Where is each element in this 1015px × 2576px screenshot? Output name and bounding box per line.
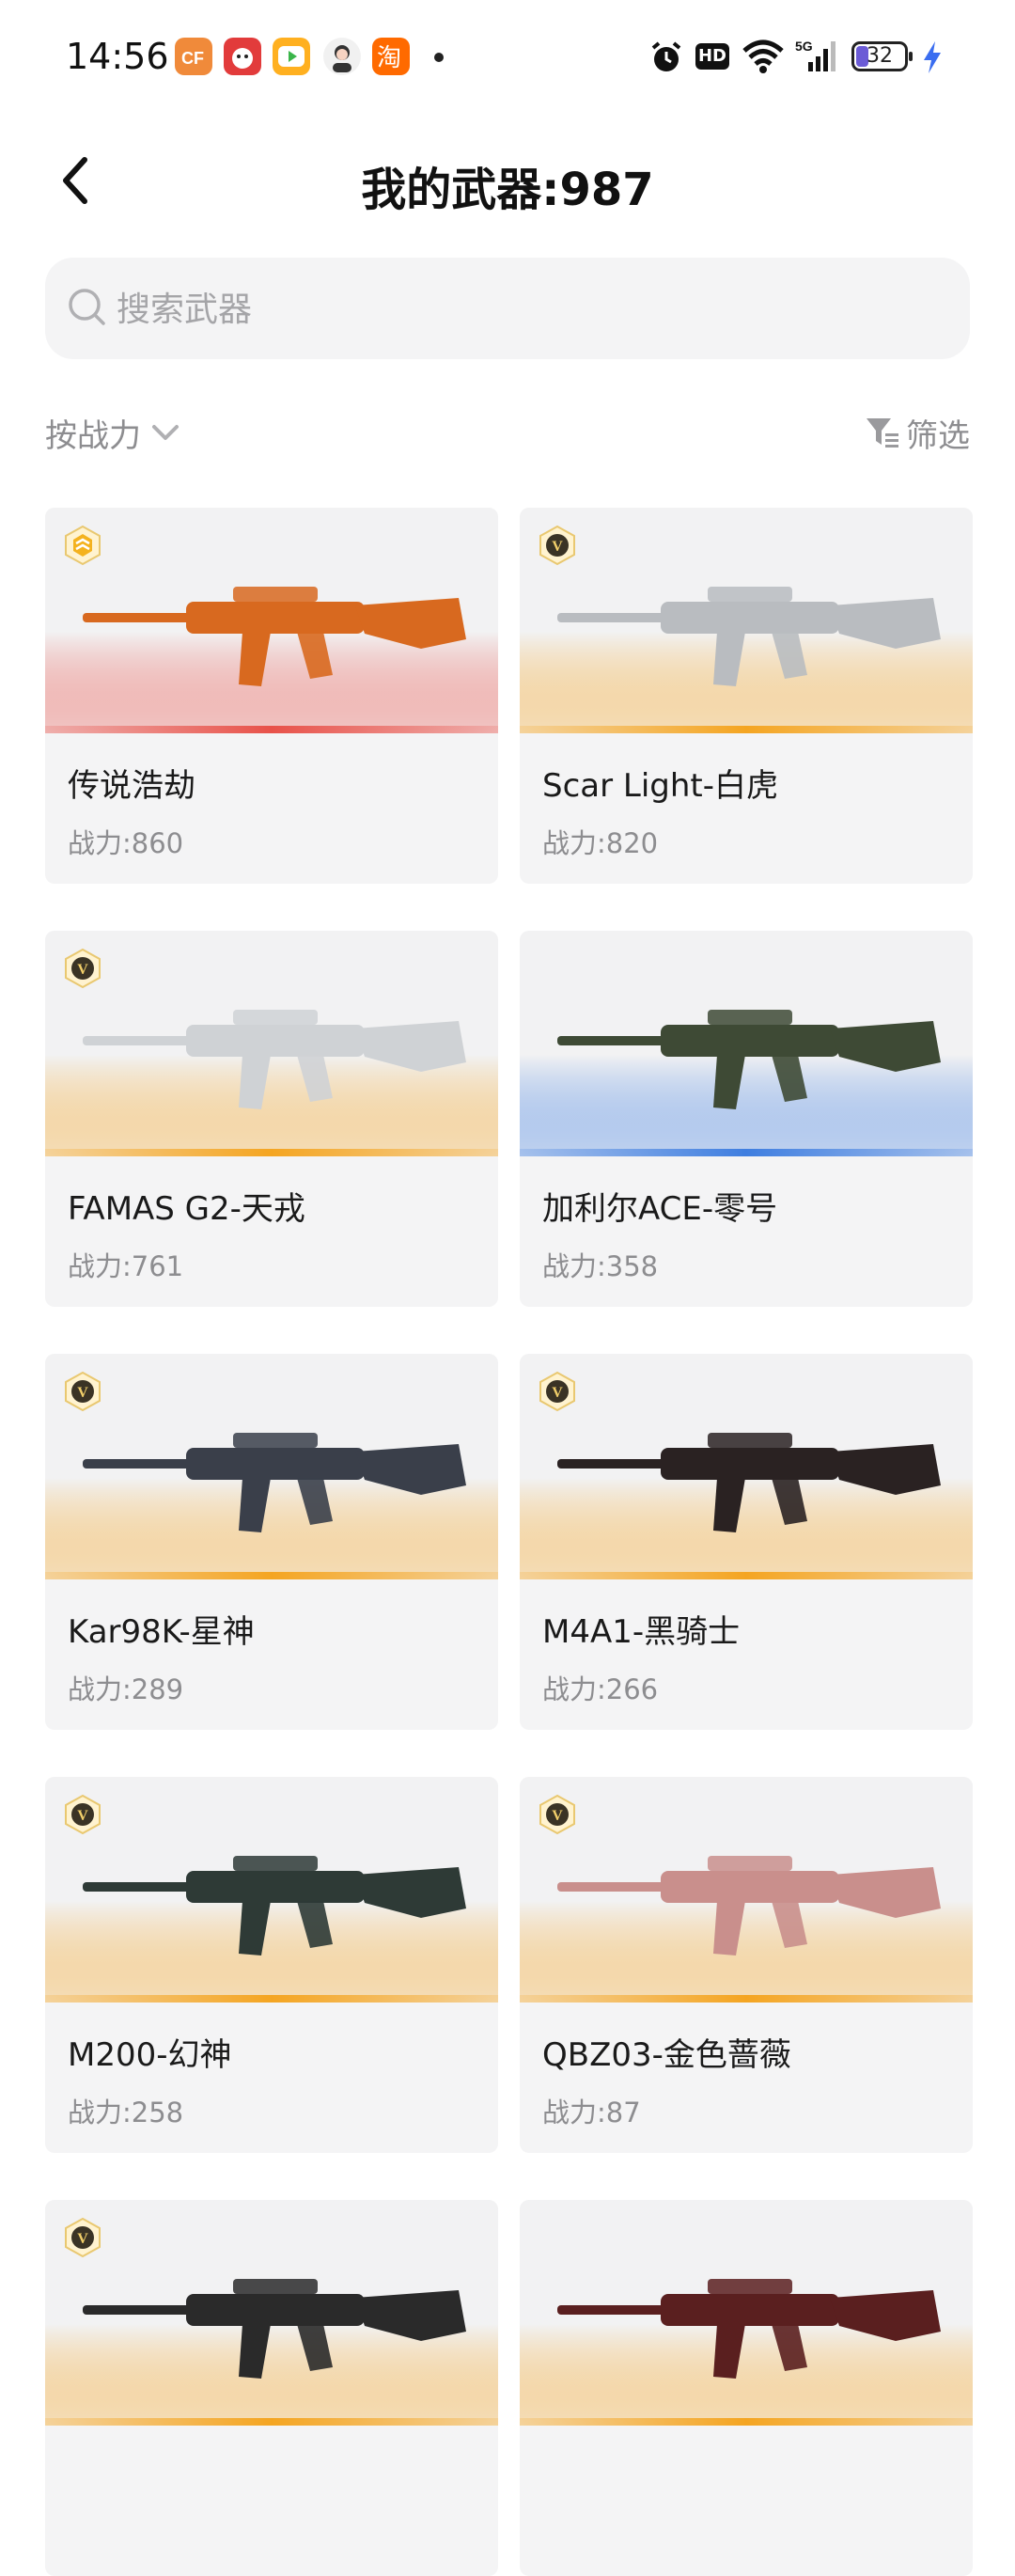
weapon-power: 战力:860: [68, 827, 184, 859]
weapon-card[interactable]: V M4A1-黑骑士战力:266: [520, 1354, 973, 1730]
weapon-name: Scar Light-白虎: [542, 767, 779, 805]
charging-icon: [921, 39, 944, 79]
rarity-bar: [45, 1572, 498, 1579]
video-app-icon: [273, 38, 310, 75]
svg-text:V: V: [552, 1808, 563, 1824]
svg-text:CF: CF: [181, 49, 204, 68]
chevron-down-icon: [152, 425, 179, 440]
weapon-power: 战力:358: [542, 1250, 659, 1282]
v-badge-icon: V: [65, 1794, 101, 1835]
weapon-power: 战力:258: [68, 2097, 184, 2128]
status-time: 14:56: [66, 36, 169, 77]
weapon-image: [45, 1354, 498, 1579]
rarity-bar: [520, 2418, 973, 2426]
weapon-name: M200-幻神: [68, 2036, 232, 2074]
weapon-card[interactable]: V Scar Light-白虎战力:820: [520, 508, 973, 884]
weapon-card[interactable]: [520, 2200, 973, 2576]
weapon-power: 战力:266: [542, 1673, 659, 1705]
svg-text:V: V: [552, 1385, 563, 1401]
more-notifications-dot: [434, 53, 444, 62]
weapon-image: [520, 1777, 973, 2003]
weapon-image: [520, 508, 973, 733]
svg-text:V: V: [77, 2231, 88, 2247]
rarity-bar: [520, 1995, 973, 2003]
weapon-image: [520, 1354, 973, 1579]
svg-text:V: V: [77, 1385, 88, 1401]
battery-indicator: 32: [851, 41, 913, 71]
search-bar[interactable]: [45, 258, 970, 359]
weapon-power: 战力:820: [542, 827, 659, 859]
cartoon-app-icon: [224, 38, 261, 75]
rarity-bar: [45, 2418, 498, 2426]
hd-icon: HD: [695, 43, 729, 70]
cellular-signal-icon: 5G: [795, 38, 842, 79]
weapon-image: [520, 931, 973, 1156]
weapon-image: [45, 2200, 498, 2426]
weapon-name: QBZ03-金色蔷薇: [542, 2036, 791, 2074]
weapon-power: 战力:289: [68, 1673, 184, 1705]
svg-text:V: V: [552, 539, 563, 555]
search-input[interactable]: [115, 280, 945, 338]
v-badge-icon: V: [65, 2217, 101, 2258]
weapon-card[interactable]: 传说浩劫战力:860: [45, 508, 498, 884]
rarity-bar: [520, 1572, 973, 1579]
rarity-bar: [45, 1995, 498, 2003]
weapon-card[interactable]: V: [45, 2200, 498, 2576]
weapon-card[interactable]: V FAMAS G2-天戎战力:761: [45, 931, 498, 1307]
search-icon: [69, 289, 105, 325]
weapon-name: 传说浩劫: [68, 767, 195, 805]
avatar-app-icon: [323, 38, 361, 75]
rarity-bar: [520, 726, 973, 733]
svg-text:淘: 淘: [377, 44, 401, 72]
rarity-bar: [45, 1149, 498, 1156]
v-badge-icon: V: [65, 1371, 101, 1412]
weapon-name: FAMAS G2-天戎: [68, 1190, 305, 1228]
weapon-image: [45, 1777, 498, 2003]
svg-text:V: V: [77, 1808, 88, 1824]
legendary-badge-icon: [65, 525, 101, 566]
v-badge-icon: V: [539, 1371, 575, 1412]
rarity-bar: [45, 726, 498, 733]
v-badge-icon: V: [539, 525, 575, 566]
v-badge-icon: V: [539, 1794, 575, 1835]
weapon-name: Kar98K-星神: [68, 1613, 255, 1651]
svg-text:V: V: [77, 962, 88, 978]
weapon-name: 加利尔ACE-零号: [542, 1190, 778, 1228]
taobao-app-icon: 淘: [372, 38, 410, 75]
wifi-icon: [741, 38, 786, 79]
filter-icon: [867, 418, 898, 448]
filter-label: 筛选: [906, 416, 970, 455]
cf-app-icon: CF: [175, 38, 212, 75]
status-bar: 14:56 CF 淘 HD 5G 32: [0, 0, 1015, 113]
page-title: 我的武器:987: [361, 164, 654, 216]
weapon-card[interactable]: V QBZ03-金色蔷薇战力:87: [520, 1777, 973, 2153]
weapon-image: [45, 508, 498, 733]
sort-label: 按战力: [45, 416, 141, 455]
sort-dropdown[interactable]: 按战力: [45, 408, 182, 457]
weapon-image: [45, 931, 498, 1156]
weapon-power: 战力:761: [68, 1250, 184, 1282]
v-badge-icon: V: [65, 948, 101, 989]
alarm-icon: [648, 39, 684, 79]
weapon-power: 战力:87: [542, 2097, 641, 2128]
rarity-bar: [520, 1149, 973, 1156]
weapon-card[interactable]: V M200-幻神战力:258: [45, 1777, 498, 2153]
filter-button[interactable]: 筛选: [865, 408, 970, 457]
weapon-card[interactable]: 加利尔ACE-零号战力:358: [520, 931, 973, 1307]
weapon-image: [520, 2200, 973, 2426]
weapon-card[interactable]: V Kar98K-星神战力:289: [45, 1354, 498, 1730]
svg-text:5G: 5G: [795, 39, 813, 54]
weapon-name: M4A1-黑骑士: [542, 1613, 741, 1651]
